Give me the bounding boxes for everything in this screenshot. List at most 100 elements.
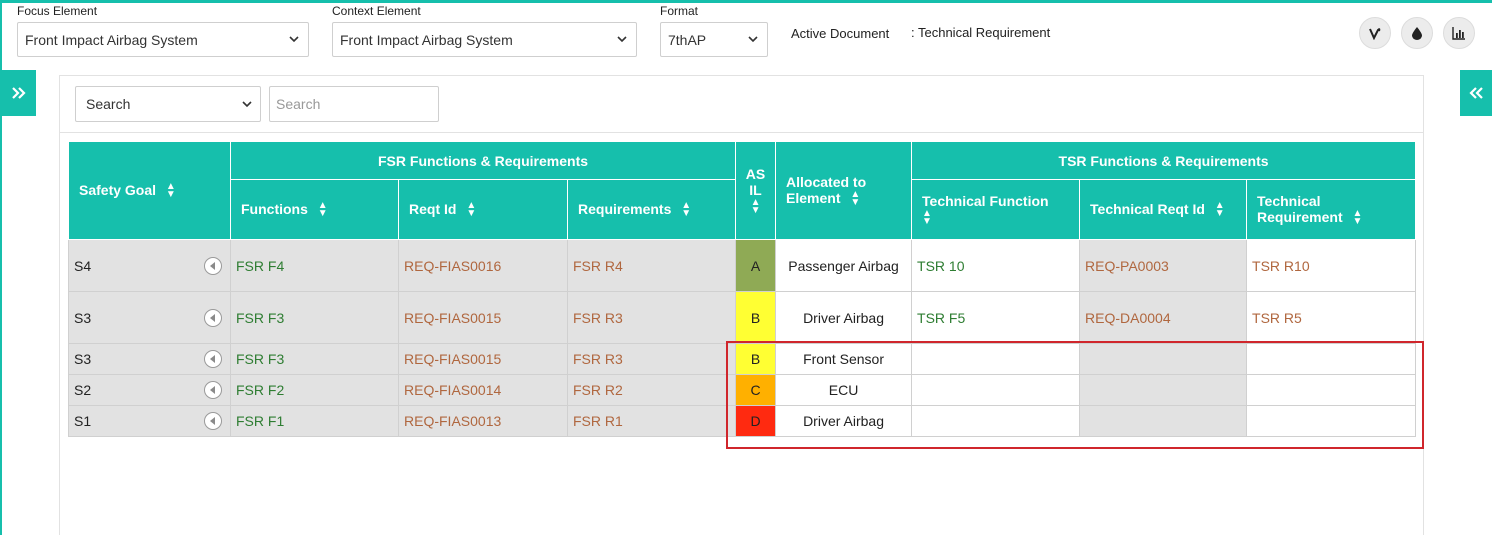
asil-cell: B	[735, 343, 777, 375]
focus-element-value: Front Impact Airbag System	[25, 31, 198, 48]
technical-reqt-id-cell[interactable]: REQ-DA0004	[1079, 291, 1248, 344]
function-cell[interactable]: FSR F3	[230, 343, 399, 375]
col-functions[interactable]: Functions ▲ ▼	[230, 179, 399, 240]
focus-element-label: Focus Element	[17, 4, 98, 18]
technical-requirement-cell[interactable]: TSR R5	[1246, 291, 1417, 344]
allocated-element-cell: Front Sensor	[775, 343, 913, 375]
expand-left-panel-button[interactable]	[2, 70, 36, 116]
technical-function-cell[interactable]: TSR F5	[911, 291, 1081, 344]
focus-element-select[interactable]: Front Impact Airbag System	[17, 22, 309, 57]
safety-goal-cell: S2	[68, 374, 231, 406]
back-arrow-icon[interactable]	[204, 308, 222, 327]
technical-requirement-cell[interactable]	[1246, 405, 1417, 437]
active-document-value: : Technical Requirement	[911, 25, 1051, 40]
search-input[interactable]	[269, 86, 439, 122]
technical-reqt-id-cell[interactable]	[1079, 374, 1248, 406]
technical-requirement-cell[interactable]: TSR R10	[1246, 239, 1417, 292]
technical-reqt-id-cell[interactable]: REQ-PA0003	[1079, 239, 1248, 292]
sort-icon[interactable]: ▲ ▼	[318, 201, 328, 219]
col-safety-goal[interactable]: Safety Goal ▲ ▼	[68, 141, 231, 240]
sort-icon[interactable]: ▲ ▼	[1353, 209, 1363, 227]
context-element-label: Context Element	[332, 4, 421, 18]
col-technical-function[interactable]: Technical Function ▲ ▼	[911, 179, 1081, 240]
table-row[interactable]: S1 FSR F1 REQ-FIAS0013 FSR R1 D Driver A…	[68, 405, 1417, 437]
col-technical-reqt-id[interactable]: Technical Reqt Id ▲ ▼	[1079, 179, 1248, 240]
reqt-id-cell[interactable]: REQ-FIAS0015	[398, 291, 568, 344]
back-arrow-icon[interactable]	[204, 256, 222, 275]
col-requirements[interactable]: Requirements ▲ ▼	[566, 179, 737, 240]
table-row[interactable]: S3 FSR F3 REQ-FIAS0015 FSR R3 B Driver A…	[68, 291, 1417, 344]
col-asil[interactable]: AS IL ▲ ▼	[735, 141, 777, 240]
technical-function-cell[interactable]	[911, 374, 1081, 406]
table-row[interactable]: S3 FSR F3 REQ-FIAS0015 FSR R3 B Front Se…	[68, 343, 1417, 375]
safety-goal-cell: S1	[68, 405, 231, 437]
chevron-down-icon	[617, 36, 627, 43]
panel-divider	[60, 132, 1423, 133]
context-element-select[interactable]: Front Impact Airbag System	[332, 22, 637, 57]
allocated-element-cell: Driver Airbag	[775, 291, 913, 344]
vine-button[interactable]	[1359, 17, 1391, 49]
format-label: Format	[660, 4, 699, 18]
group-fsr: FSR Functions & Requirements	[229, 141, 737, 180]
reqt-id-cell[interactable]: REQ-FIAS0015	[398, 343, 568, 375]
allocated-element-cell: Driver Airbag	[775, 405, 913, 437]
double-chevron-right-icon	[12, 87, 26, 99]
chevron-down-icon	[748, 36, 758, 43]
col-technical-requirement[interactable]: Technical Requirement ▲ ▼	[1246, 179, 1417, 240]
format-select[interactable]: 7thAP	[660, 22, 768, 57]
asil-cell: C	[735, 374, 777, 406]
function-cell[interactable]: FSR F2	[230, 374, 399, 406]
search-field-select[interactable]: Search	[75, 86, 261, 122]
reqt-id-cell[interactable]: REQ-FIAS0013	[398, 405, 568, 437]
sort-icon[interactable]: ▲ ▼	[681, 201, 691, 219]
table-row[interactable]: S2 FSR F2 REQ-FIAS0014 FSR R2 C ECU	[68, 374, 1417, 406]
asil-cell: B	[735, 291, 777, 344]
function-cell[interactable]: FSR F3	[230, 291, 399, 344]
technical-reqt-id-cell[interactable]	[1079, 343, 1248, 375]
sort-icon[interactable]: ▲ ▼	[850, 190, 860, 208]
sort-icon[interactable]: ▲ ▼	[922, 209, 932, 227]
technical-function-cell[interactable]	[911, 405, 1081, 437]
back-arrow-icon[interactable]	[204, 350, 222, 368]
col-reqt-id[interactable]: Reqt Id ▲ ▼	[398, 179, 568, 240]
reqt-id-cell[interactable]: REQ-FIAS0014	[398, 374, 568, 406]
chevron-down-icon	[289, 36, 299, 43]
safety-goal-cell: S3	[68, 291, 231, 344]
active-document-label: Active Document	[791, 26, 890, 41]
requirement-cell[interactable]: FSR R1	[566, 405, 737, 437]
bar-chart-icon	[1452, 27, 1465, 40]
technical-reqt-id-cell[interactable]	[1079, 405, 1248, 437]
drop-icon	[1412, 27, 1422, 40]
sort-icon[interactable]: ▲ ▼	[466, 201, 476, 219]
chart-button[interactable]	[1443, 17, 1475, 49]
sort-icon[interactable]: ▲ ▼	[1215, 201, 1225, 219]
search-field-value: Search	[86, 96, 131, 112]
technical-function-cell[interactable]: TSR 10	[911, 239, 1081, 292]
top-accent-bar	[0, 0, 1492, 3]
table-row[interactable]: S4 FSR F4 REQ-FIAS0016 FSR R4 A Passenge…	[68, 239, 1417, 292]
technical-requirement-cell[interactable]	[1246, 374, 1417, 406]
requirement-cell[interactable]: FSR R2	[566, 374, 737, 406]
context-element-value: Front Impact Airbag System	[340, 31, 513, 48]
function-cell[interactable]: FSR F1	[230, 405, 399, 437]
technical-function-cell[interactable]	[911, 343, 1081, 375]
asil-cell: A	[735, 239, 777, 292]
back-arrow-icon[interactable]	[204, 381, 222, 399]
reqt-id-cell[interactable]: REQ-FIAS0016	[398, 239, 568, 292]
sort-icon[interactable]: ▲ ▼	[166, 182, 176, 200]
requirement-cell[interactable]: FSR R3	[566, 291, 737, 344]
function-cell[interactable]: FSR F4	[230, 239, 399, 292]
allocated-element-cell: ECU	[775, 374, 913, 406]
sort-icon[interactable]: ▲ ▼	[751, 198, 761, 216]
back-arrow-icon[interactable]	[204, 412, 222, 430]
double-chevron-left-icon	[1469, 87, 1483, 99]
group-tsr: TSR Functions & Requirements	[911, 141, 1417, 180]
requirement-cell[interactable]: FSR R4	[566, 239, 737, 292]
drop-button[interactable]	[1401, 17, 1433, 49]
traceability-table: Safety Goal ▲ ▼ FSR Functions & Requireme…	[68, 141, 1417, 437]
requirement-cell[interactable]: FSR R3	[566, 343, 737, 375]
asil-cell: D	[735, 405, 777, 437]
col-allocated-element[interactable]: Allocated to Element ▲ ▼	[775, 141, 913, 240]
expand-right-panel-button[interactable]	[1460, 70, 1492, 116]
technical-requirement-cell[interactable]	[1246, 343, 1417, 375]
